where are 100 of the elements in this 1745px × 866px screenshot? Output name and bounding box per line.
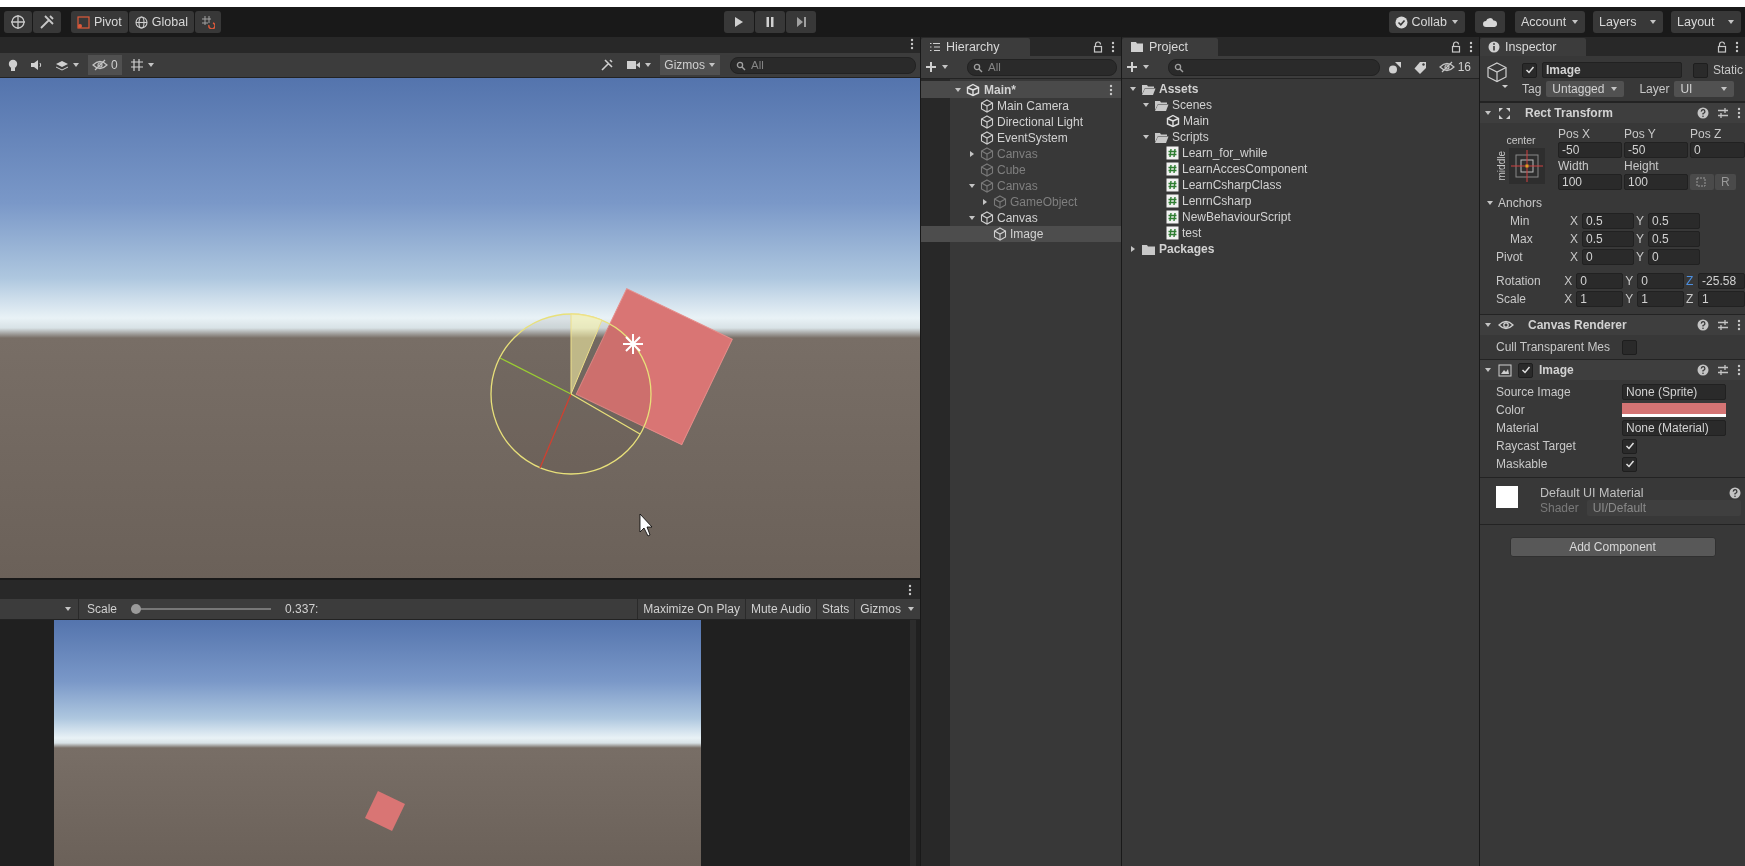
project-item[interactable]: Assets <box>1122 81 1479 97</box>
hierarchy-item[interactable]: EventSystem <box>921 130 1121 146</box>
project-item[interactable]: Main <box>1122 113 1479 129</box>
sliders-icon[interactable] <box>1717 364 1729 376</box>
transform-tool-button[interactable] <box>4 11 32 33</box>
hierarchy-item[interactable]: Image <box>921 226 1121 242</box>
color-swatch[interactable] <box>1622 403 1726 417</box>
collab-button[interactable]: Collab <box>1388 11 1465 33</box>
number-field[interactable]: 100 <box>1558 174 1622 190</box>
project-item[interactable]: Packages <box>1122 241 1479 257</box>
object-field[interactable]: None (Sprite) <box>1622 384 1726 400</box>
help-icon[interactable] <box>1697 107 1709 119</box>
object-field[interactable]: None (Material) <box>1622 420 1726 436</box>
help-icon[interactable] <box>1697 319 1709 331</box>
more-options-icon[interactable] <box>1737 107 1741 119</box>
more-options-icon[interactable] <box>910 38 914 50</box>
number-field[interactable]: 0.5 <box>1582 213 1634 229</box>
lock-icon[interactable] <box>1093 41 1103 53</box>
sliders-icon[interactable] <box>1717 319 1729 331</box>
search-field[interactable] <box>1168 58 1380 76</box>
global-button[interactable]: Global <box>128 11 194 33</box>
hidden-objects-toggle[interactable]: 0 <box>88 55 122 75</box>
cube-icon <box>993 195 1007 209</box>
more-options-icon[interactable] <box>1737 364 1741 376</box>
hierarchy-item[interactable]: Main Camera <box>921 98 1121 114</box>
more-options-icon[interactable] <box>1737 319 1741 331</box>
number-field[interactable]: 0.5 <box>1648 231 1700 247</box>
search-field[interactable]: All <box>967 58 1117 76</box>
number-field[interactable]: 0 <box>1582 249 1634 265</box>
checkbox[interactable] <box>1622 339 1637 355</box>
project-item[interactable]: Scenes <box>1122 97 1479 113</box>
anchor-preset-icon[interactable] <box>1509 147 1545 184</box>
number-field[interactable]: 0 <box>1648 249 1700 265</box>
inspector-tab[interactable]: Inspector <box>1480 38 1587 56</box>
hierarchy-tab[interactable]: Hierarchy <box>921 38 1030 56</box>
more-options-icon[interactable] <box>1109 83 1113 96</box>
active-checkbox[interactable] <box>1522 62 1537 78</box>
lock-icon[interactable] <box>1451 41 1461 53</box>
more-options-icon[interactable] <box>1111 41 1115 53</box>
project-item[interactable]: Scripts <box>1122 129 1479 145</box>
add-component-button[interactable]: Add Component <box>1509 537 1716 557</box>
help-icon[interactable] <box>1729 487 1741 499</box>
game-toggle-button[interactable]: Stats <box>815 599 855 619</box>
project-item[interactable]: LearnAccesComponent <box>1122 161 1479 177</box>
number-field[interactable]: 1 <box>1637 291 1685 307</box>
number-field[interactable]: 1 <box>1698 291 1745 307</box>
more-options-icon[interactable] <box>1735 41 1739 53</box>
sliders-icon[interactable] <box>1717 107 1729 119</box>
lock-icon[interactable] <box>1717 41 1727 53</box>
number-field[interactable]: 0.5 <box>1582 231 1634 247</box>
checkbox[interactable] <box>1622 438 1637 454</box>
gizmos-dropdown[interactable]: Gizmos <box>660 55 720 75</box>
help-icon[interactable] <box>1697 364 1709 376</box>
enabled-checkbox[interactable] <box>1518 362 1533 378</box>
layout-dropdown[interactable]: Layout <box>1671 11 1741 33</box>
scene-header[interactable]: Main* <box>921 81 1121 98</box>
play-button[interactable] <box>724 11 754 33</box>
search-field[interactable]: All <box>730 56 916 74</box>
project-item[interactable]: Learn_for_while <box>1122 145 1479 161</box>
account-dropdown[interactable]: Account <box>1515 11 1585 33</box>
scene-view[interactable] <box>0 78 920 578</box>
tag-dropdown[interactable]: Untagged <box>1546 81 1625 97</box>
number-field[interactable]: -50 <box>1624 142 1688 158</box>
game-toggle-button[interactable]: Mute Audio <box>744 599 816 619</box>
name-field[interactable]: Image <box>1542 62 1682 78</box>
checkbox[interactable] <box>1622 456 1637 472</box>
step-button[interactable] <box>786 11 816 33</box>
number-field[interactable]: 1 <box>1576 291 1624 307</box>
hierarchy-item[interactable]: Canvas <box>921 210 1121 226</box>
move-handle-icon[interactable] <box>622 333 644 355</box>
cloud-button[interactable] <box>1475 11 1505 33</box>
number-field[interactable]: 0.5 <box>1648 213 1700 229</box>
project-item[interactable]: NewBehaviourScript <box>1122 209 1479 225</box>
scrollbar[interactable] <box>910 620 916 866</box>
plus-icon[interactable] <box>925 61 937 73</box>
project-item[interactable]: test <box>1122 225 1479 241</box>
static-checkbox[interactable] <box>1693 62 1708 78</box>
pause-button[interactable] <box>755 11 785 33</box>
grid-snap-button[interactable] <box>194 11 221 33</box>
plus-icon[interactable] <box>1126 61 1138 73</box>
more-options-icon[interactable] <box>1469 41 1473 53</box>
layers-dropdown[interactable]: Layers <box>1593 11 1663 33</box>
layer-dropdown[interactable]: UI <box>1674 81 1735 97</box>
pivot-button[interactable]: Pivot <box>71 11 128 33</box>
more-options-icon[interactable] <box>908 583 912 596</box>
custom-tool-button[interactable] <box>33 11 61 33</box>
hierarchy-item[interactable]: Directional Light <box>921 114 1121 130</box>
project-item[interactable]: LenrnCsharp <box>1122 193 1479 209</box>
game-toggle-button[interactable]: Maximize On Play <box>637 599 745 619</box>
hidden-packages-toggle[interactable]: 16 <box>1434 57 1475 77</box>
number-field[interactable]: 100 <box>1624 174 1688 190</box>
rotation-gizmo-drawing[interactable] <box>490 313 652 475</box>
project-item[interactable]: LearnCsharpClass <box>1122 177 1479 193</box>
number-field[interactable]: -25.58 <box>1698 273 1745 289</box>
number-field[interactable]: 0 <box>1637 273 1685 289</box>
number-field[interactable]: -50 <box>1558 142 1622 158</box>
number-field[interactable]: 0 <box>1576 273 1624 289</box>
anchors-label[interactable]: Anchors <box>1496 196 1568 210</box>
project-tab[interactable]: Project <box>1122 38 1218 56</box>
number-field[interactable]: 0 <box>1690 142 1745 158</box>
